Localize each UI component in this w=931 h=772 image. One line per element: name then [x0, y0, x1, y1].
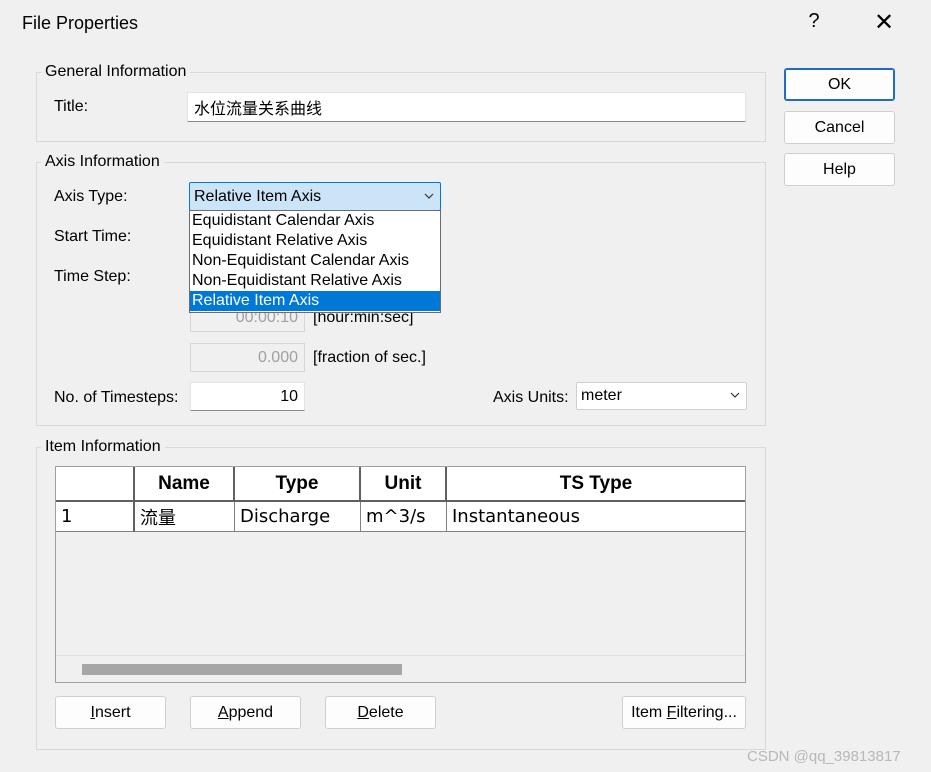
axis-type-value: Relative Item Axis	[194, 187, 322, 205]
chevron-down-icon	[424, 193, 434, 199]
chevron-down-icon	[730, 392, 740, 398]
axis-units-label: Axis Units:	[493, 389, 569, 406]
append-button[interactable]: Append	[190, 696, 301, 729]
close-icon[interactable]: ✕	[870, 8, 898, 38]
column-header-ts-type[interactable]: TS Type	[447, 467, 745, 502]
ok-button[interactable]: OK	[784, 68, 895, 101]
option-non-equidistant-relative-axis[interactable]: Non-Equidistant Relative Axis	[190, 271, 440, 291]
fraction-unit: [fraction of sec.]	[313, 349, 426, 366]
start-time-label: Start Time:	[54, 228, 132, 245]
item-filtering-button[interactable]: Item Filtering...	[622, 696, 746, 729]
insert-button[interactable]: Insert	[55, 696, 166, 729]
title-label: Title:	[54, 98, 89, 115]
item-information-legend: Item Information	[41, 438, 165, 456]
horizontal-scrollbar[interactable]	[56, 655, 745, 682]
fraction-input[interactable]: 0.000	[190, 343, 305, 372]
row-index[interactable]: 1	[56, 502, 135, 532]
title-input[interactable]: 水位流量关系曲线	[187, 92, 746, 122]
option-equidistant-relative-axis[interactable]: Equidistant Relative Axis	[190, 231, 440, 251]
axis-type-label: Axis Type:	[54, 188, 128, 205]
time-step-label: Time Step:	[54, 268, 131, 285]
column-header-name[interactable]: Name	[135, 467, 235, 502]
cell-type[interactable]: Discharge	[235, 502, 361, 532]
cell-unit[interactable]: m^3/s	[361, 502, 447, 532]
grid-corner-header	[56, 467, 135, 502]
timesteps-label: No. of Timesteps:	[54, 389, 179, 406]
option-equidistant-calendar-axis[interactable]: Equidistant Calendar Axis	[190, 211, 440, 231]
scrollbar-thumb[interactable]	[82, 664, 402, 675]
title-bar	[0, 0, 931, 46]
cell-name[interactable]: 流量	[135, 502, 235, 532]
option-relative-item-axis[interactable]: Relative Item Axis	[190, 291, 440, 311]
column-header-unit[interactable]: Unit	[361, 467, 447, 502]
fraction-value: 0.000	[257, 348, 298, 366]
axis-information-legend: Axis Information	[41, 153, 164, 171]
timesteps-value: 10	[280, 387, 298, 405]
timesteps-input[interactable]: 10	[190, 382, 305, 411]
general-information-legend: General Information	[41, 63, 191, 81]
cancel-button[interactable]: Cancel	[784, 111, 895, 144]
axis-type-select[interactable]: Relative Item Axis	[189, 182, 441, 211]
help-button[interactable]: Help	[784, 153, 895, 186]
help-icon[interactable]: ?	[803, 10, 825, 36]
items-grid[interactable]: Name Type Unit TS Type 1 流量 Discharge m^…	[55, 466, 746, 683]
axis-units-value: meter	[581, 387, 622, 404]
axis-units-select[interactable]: meter	[576, 382, 747, 410]
window-title: File Properties	[22, 13, 139, 33]
delete-button[interactable]: Delete	[325, 696, 436, 729]
column-header-type[interactable]: Type	[235, 467, 361, 502]
cell-ts-type[interactable]: Instantaneous	[447, 502, 745, 532]
option-non-equidistant-calendar-axis[interactable]: Non-Equidistant Calendar Axis	[190, 251, 440, 271]
title-input-value: 水位流量关系曲线	[194, 99, 323, 118]
axis-type-dropdown-list[interactable]: Equidistant Calendar Axis Equidistant Re…	[189, 210, 441, 313]
watermark: CSDN @qq_39813817	[747, 748, 901, 765]
